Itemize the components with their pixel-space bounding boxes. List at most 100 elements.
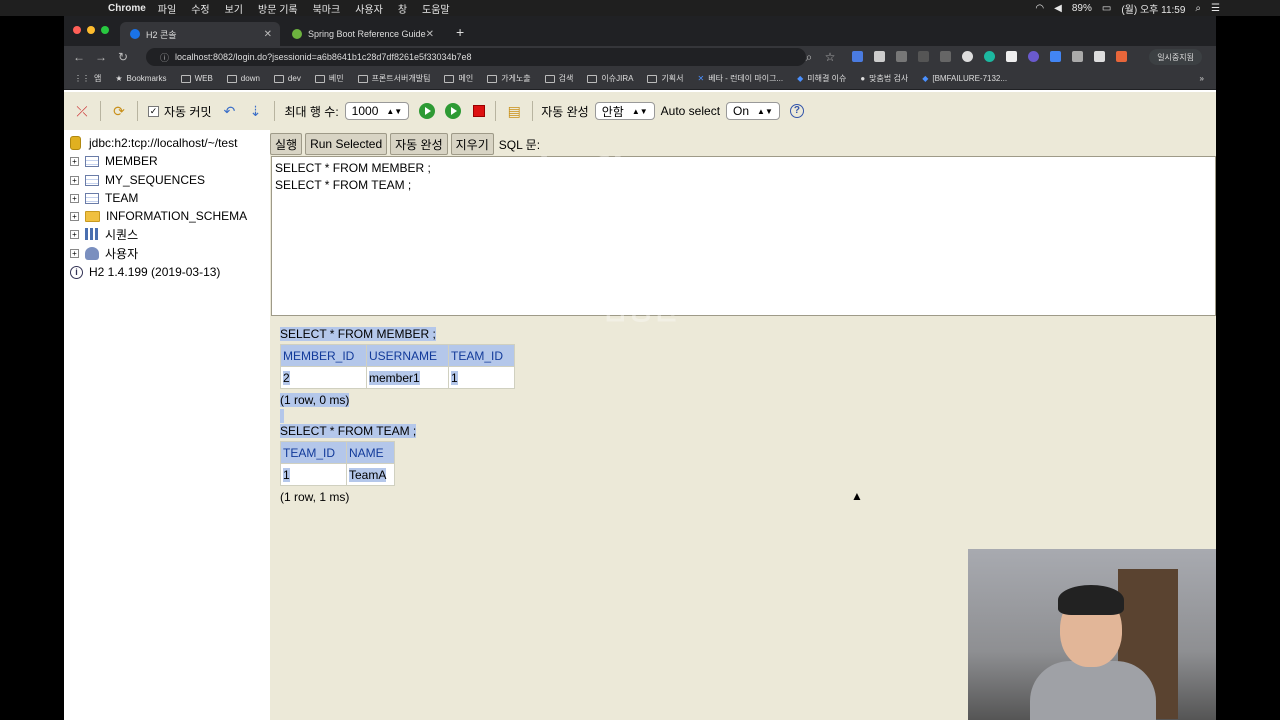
- bookmark-folder[interactable]: 기획서: [647, 73, 684, 84]
- extension-icon[interactable]: [962, 51, 973, 62]
- extension-icon[interactable]: [1050, 51, 1061, 62]
- help-icon[interactable]: ?: [789, 104, 804, 118]
- menu-edit[interactable]: 수정: [191, 1, 209, 16]
- profile-button[interactable]: 일시중지됨: [1149, 49, 1202, 65]
- menu-window[interactable]: 창: [398, 1, 407, 16]
- tree-item-member[interactable]: + MEMBER: [70, 152, 158, 170]
- sql-editor[interactable]: SELECT * FROM MEMBER ; SELECT * FROM TEA…: [271, 156, 1216, 316]
- back-icon[interactable]: ←: [68, 50, 90, 64]
- extension-icon[interactable]: [1006, 51, 1017, 62]
- refresh-icon[interactable]: ⟳: [111, 103, 127, 119]
- run-selected-button[interactable]: Run Selected: [305, 133, 388, 155]
- bookmark-bookmarks[interactable]: ★ Bookmarks: [115, 74, 166, 83]
- column-header[interactable]: MEMBER_ID: [280, 344, 367, 367]
- expand-icon[interactable]: +: [70, 175, 79, 185]
- battery-percent[interactable]: 89%: [1072, 3, 1092, 14]
- history-icon[interactable]: ▤: [506, 103, 522, 119]
- extension-icon[interactable]: [1116, 51, 1127, 62]
- address-bar[interactable]: ⓘ localhost:8082/login.do?jsessionid=a6b…: [146, 48, 806, 66]
- menu-bookmarks[interactable]: 북마크: [313, 1, 341, 16]
- bookmark-folder[interactable]: 베민: [314, 73, 344, 84]
- tree-item-sequences[interactable]: + 시퀀스: [70, 225, 138, 243]
- close-window-button[interactable]: [73, 26, 81, 34]
- commit-icon[interactable]: ⇣: [248, 103, 264, 119]
- extension-icon[interactable]: [984, 51, 995, 62]
- expand-icon[interactable]: +: [70, 211, 79, 221]
- info-icon[interactable]: ⓘ: [160, 51, 169, 64]
- more-bookmarks-button[interactable]: »: [1200, 74, 1204, 83]
- bookmark-jira-issue[interactable]: ◆ [BMFAILURE-7132...: [922, 74, 1007, 83]
- extension-translate-icon[interactable]: [852, 51, 863, 62]
- tree-item-users[interactable]: + 사용자: [70, 244, 138, 262]
- expand-icon[interactable]: +: [70, 193, 79, 203]
- rollback-icon[interactable]: ↶: [222, 103, 238, 119]
- tab-h2-console[interactable]: H2 콘솔 ✕: [120, 22, 280, 46]
- column-header[interactable]: TEAM_ID: [448, 344, 515, 367]
- spotlight-icon[interactable]: ⌕: [1195, 3, 1201, 14]
- search-icon[interactable]: ⌕: [798, 50, 820, 65]
- bookmark-folder[interactable]: 이슈JIRA: [587, 73, 633, 84]
- stop-icon[interactable]: [473, 105, 486, 117]
- tree-item-team[interactable]: + TEAM: [70, 189, 138, 207]
- extension-json-icon[interactable]: [874, 51, 885, 62]
- notification-icon[interactable]: ☰: [1211, 3, 1220, 14]
- bookmark-folder[interactable]: WEB: [180, 74, 213, 83]
- drive-icon[interactable]: [1072, 51, 1083, 62]
- wifi-icon[interactable]: ◠: [1035, 3, 1044, 14]
- bookmark-apps[interactable]: ⋮⋮ 앱: [74, 73, 101, 84]
- expand-icon[interactable]: +: [70, 156, 79, 166]
- autoselect-select[interactable]: On ▲▼: [726, 102, 780, 120]
- menu-people[interactable]: 사용자: [355, 1, 383, 16]
- clock[interactable]: (월) 오후 11:59: [1121, 1, 1185, 16]
- expand-icon[interactable]: +: [70, 248, 79, 258]
- close-tab-icon[interactable]: ✕: [426, 29, 434, 40]
- zoom-window-button[interactable]: [101, 26, 109, 34]
- bookmark-folder[interactable]: 프론트서버개발팀: [357, 73, 430, 84]
- bookmark-folder[interactable]: 가게노출: [487, 73, 531, 84]
- bookmark-folder[interactable]: down: [226, 74, 260, 83]
- column-header[interactable]: NAME: [346, 441, 395, 464]
- disconnect-icon[interactable]: ⤫: [74, 103, 90, 119]
- tab-spring-boot[interactable]: Spring Boot Reference Guide ✕: [282, 22, 442, 46]
- autocommit-checkbox[interactable]: ✓: [148, 105, 159, 117]
- bookmark-folder[interactable]: dev: [273, 74, 301, 83]
- run-icon[interactable]: [419, 103, 436, 119]
- autocomplete-select[interactable]: 안함 ▲▼: [594, 102, 655, 120]
- minimize-window-button[interactable]: [87, 26, 95, 34]
- bookmark-jira[interactable]: ◆ 미해결 이슈: [797, 73, 846, 84]
- column-header[interactable]: TEAM_ID: [280, 441, 347, 464]
- tree-connection[interactable]: jdbc:h2:tcp://localhost/~/test: [70, 134, 237, 152]
- reload-icon[interactable]: ↻: [112, 50, 134, 64]
- maxrows-select[interactable]: 1000 ▲▼: [344, 102, 410, 120]
- close-tab-icon[interactable]: ✕: [264, 29, 272, 40]
- star-icon[interactable]: ☆: [819, 50, 841, 64]
- url-text: localhost:8082/login.do?jsessionid=a6b86…: [175, 52, 472, 62]
- clear-button[interactable]: 지우기: [450, 133, 494, 155]
- menu-history[interactable]: 방문 기록: [258, 1, 298, 16]
- bookmark-spellcheck[interactable]: ● 맞춤법 검사: [860, 73, 908, 84]
- extension-pocket-icon[interactable]: [896, 51, 907, 62]
- new-tab-button[interactable]: +: [456, 24, 464, 40]
- column-header[interactable]: USERNAME: [366, 344, 449, 367]
- bookmark-folder[interactable]: 메인: [444, 73, 473, 84]
- run-button[interactable]: 실행: [270, 133, 303, 155]
- menu-view[interactable]: 보기: [225, 1, 243, 16]
- table-header-row: TEAM_ID NAME: [280, 441, 395, 464]
- extension-qr-icon[interactable]: [1094, 51, 1105, 62]
- menu-help[interactable]: 도움말: [422, 1, 450, 16]
- bookmark-folder[interactable]: 검색: [544, 73, 573, 84]
- forward-icon[interactable]: →: [90, 50, 112, 64]
- tree-item-information-schema[interactable]: + INFORMATION_SCHEMA: [70, 207, 247, 225]
- volume-icon[interactable]: ◀: [1054, 3, 1062, 14]
- menu-file[interactable]: 파일: [158, 1, 176, 16]
- extension-icon[interactable]: [918, 51, 929, 62]
- run-selected-icon[interactable]: [445, 103, 462, 119]
- expand-icon[interactable]: +: [70, 229, 79, 239]
- bookmark-confluence[interactable]: ✕ 베타 - 런데이 마이그...: [698, 73, 784, 84]
- tree-item-my-sequences[interactable]: + MY_SEQUENCES: [70, 171, 205, 189]
- autocomplete-button[interactable]: 자동 완성: [390, 133, 448, 155]
- app-menu[interactable]: Chrome: [108, 3, 146, 14]
- address-toolbar: ← → ↻ ⓘ localhost:8082/login.do?jsession…: [64, 46, 1216, 68]
- extension-icon[interactable]: [1028, 51, 1039, 62]
- extension-icon[interactable]: [940, 51, 951, 62]
